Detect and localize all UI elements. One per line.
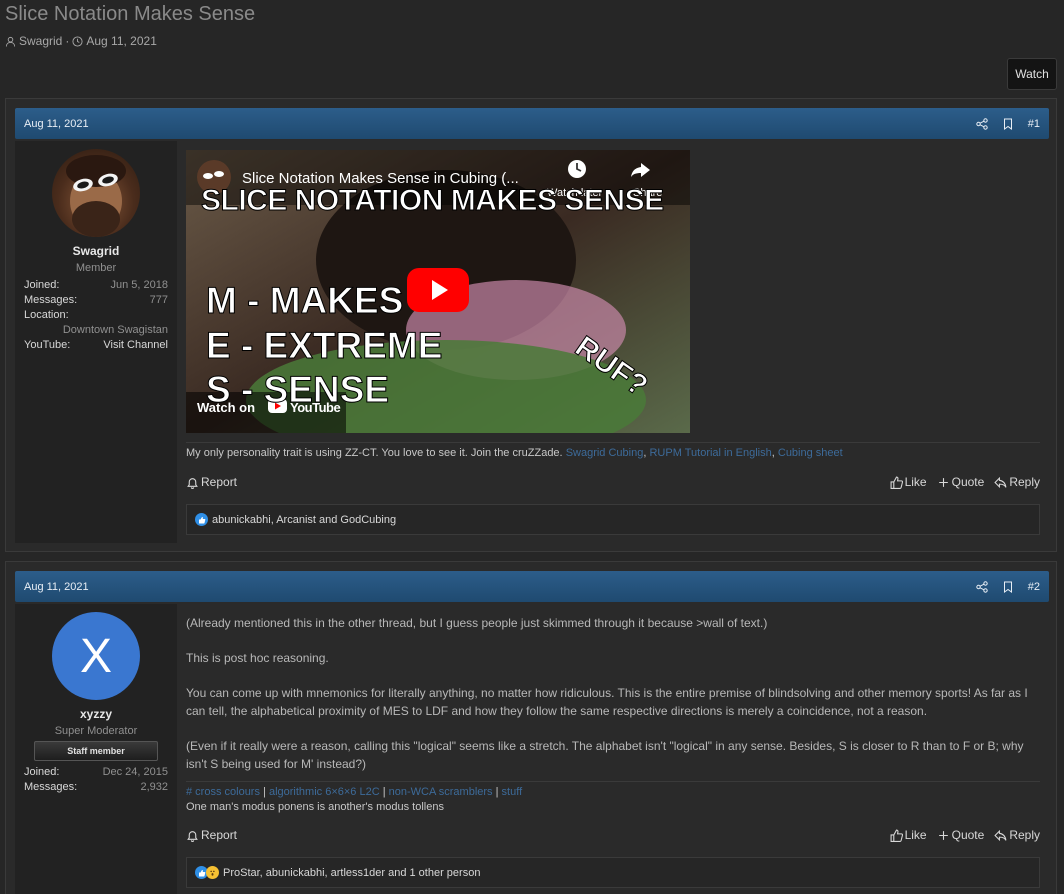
thumbnail-line-1: M - MAKES bbox=[205, 280, 404, 322]
post-paragraph: (Already mentioned this in the other thr… bbox=[186, 616, 768, 630]
stat-row-location-value: Downtown Swagistan bbox=[62, 324, 168, 336]
signature: # cross colours | algorithmic 6×6×6 L2C … bbox=[186, 786, 523, 813]
plus-icon bbox=[938, 477, 948, 487]
thumbs-up-icon bbox=[890, 829, 903, 842]
post-paragraph: You can come up with mnemonics for liter… bbox=[186, 686, 1028, 718]
thread-author[interactable]: Swagrid bbox=[19, 34, 62, 48]
reactions-list[interactable]: ProStar, abunickabhi, artless1der and 1 … bbox=[223, 867, 480, 879]
like-button[interactable]: Like bbox=[890, 475, 927, 489]
bookmark-icon[interactable] bbox=[1002, 118, 1014, 130]
thread-title: Slice Notation Makes Sense bbox=[5, 3, 256, 25]
thumbnail-heading: SLICE NOTATION MAKES SENSE bbox=[201, 184, 665, 218]
thread-date[interactable]: Aug 11, 2021 bbox=[86, 34, 157, 48]
bell-icon bbox=[187, 477, 198, 489]
post-body: (Already mentioned this in the other thr… bbox=[186, 614, 1040, 773]
report-button[interactable]: Report bbox=[186, 828, 237, 842]
thread-meta: Swagrid · Aug 11, 2021 bbox=[5, 34, 157, 48]
meta-separator: · bbox=[65, 34, 70, 48]
clock-icon bbox=[72, 35, 83, 47]
watch-button[interactable]: Watch bbox=[1007, 58, 1057, 90]
stat-row-youtube: YouTube: Visit Channel bbox=[24, 338, 168, 353]
user-stats: Joined: Dec 24, 2015 Messages: 2,932 bbox=[24, 765, 168, 795]
username[interactable]: xyzzy bbox=[15, 707, 177, 721]
bell-icon bbox=[187, 830, 198, 842]
youtube-embed[interactable]: Slice Notation Makes Sense in Cubing (..… bbox=[186, 150, 690, 433]
post-header: Aug 11, 2021 #1 bbox=[15, 108, 1049, 139]
post-paragraph: This is post hoc reasoning. bbox=[186, 651, 329, 665]
post-number[interactable]: #1 bbox=[1028, 118, 1040, 130]
user-stats: Joined: Jun 5, 2018 Messages: 777 Location… bbox=[24, 278, 168, 353]
share-icon[interactable] bbox=[976, 117, 988, 130]
signature-link-cross-colours[interactable]: # cross colours bbox=[186, 786, 260, 798]
avatar[interactable] bbox=[52, 149, 140, 237]
user-column: X xyzzy Super Moderator Staff member Joi… bbox=[15, 604, 177, 894]
post-actions: Report Like Quote Reply bbox=[186, 475, 1040, 489]
bookmark-icon[interactable] bbox=[1002, 581, 1014, 593]
plus-icon bbox=[938, 830, 948, 840]
reactions-list[interactable]: abunickabhi, Arcanist and GodCubing bbox=[212, 514, 396, 526]
report-button[interactable]: Report bbox=[186, 475, 237, 489]
stat-row-joined: Joined: Dec 24, 2015 bbox=[24, 766, 168, 778]
reply-button[interactable]: Reply bbox=[994, 828, 1040, 842]
reply-icon bbox=[994, 476, 1007, 488]
signature: My only personality trait is using ZZ-CT… bbox=[186, 447, 843, 459]
post-1: Aug 11, 2021 #1 Swagrid Member Joined: Ju… bbox=[5, 98, 1057, 552]
signature-link-l2c[interactable]: algorithmic 6×6×6 L2C bbox=[269, 786, 380, 798]
post-actions: Report Like Quote Reply bbox=[186, 828, 1040, 842]
stat-row-location: Location: bbox=[24, 309, 69, 321]
username[interactable]: Swagrid bbox=[15, 244, 177, 258]
post-2: Aug 11, 2021 #2 X xyzzy Super Moderator … bbox=[5, 561, 1057, 894]
reply-icon bbox=[994, 829, 1007, 841]
stat-row-messages: Messages: 2,932 bbox=[24, 781, 168, 793]
stat-row-joined: Joined: Jun 5, 2018 bbox=[24, 279, 168, 291]
post-date[interactable]: Aug 11, 2021 bbox=[24, 118, 976, 130]
signature-divider bbox=[186, 781, 1040, 782]
user-title: Super Moderator bbox=[54, 725, 138, 737]
signature-link-cubing-sheet[interactable]: Cubing sheet bbox=[778, 447, 843, 459]
thumbnail-line-2: E - EXTREME bbox=[205, 325, 443, 367]
quote-button[interactable]: Quote bbox=[937, 828, 984, 842]
post-paragraph: (Even if it really were a reason, callin… bbox=[186, 739, 1024, 771]
user-column: Swagrid Member Joined: Jun 5, 2018 Messag… bbox=[15, 141, 177, 543]
reply-button[interactable]: Reply bbox=[994, 475, 1040, 489]
post-number[interactable]: #2 bbox=[1028, 581, 1040, 593]
signature-link-rupm[interactable]: RUPM Tutorial in English bbox=[649, 447, 771, 459]
avatar-letter: X bbox=[79, 629, 112, 683]
signature-link-swagrid-cubing[interactable]: Swagrid Cubing bbox=[566, 447, 644, 459]
signature-divider bbox=[186, 442, 1040, 443]
avatar-image bbox=[66, 155, 126, 237]
watch-later-icon[interactable] bbox=[568, 160, 586, 178]
user-title: Member bbox=[75, 262, 117, 274]
visit-channel-link[interactable]: Visit Channel bbox=[103, 338, 168, 353]
signature-link-scramblers[interactable]: non-WCA scramblers bbox=[389, 786, 493, 798]
avatar[interactable]: X bbox=[52, 612, 140, 700]
post-date[interactable]: Aug 11, 2021 bbox=[24, 581, 976, 593]
user-icon bbox=[5, 36, 16, 47]
like-button[interactable]: Like bbox=[890, 828, 927, 842]
post-header: Aug 11, 2021 #2 bbox=[15, 571, 1049, 602]
staff-badge: Staff member bbox=[34, 741, 158, 761]
share-icon[interactable] bbox=[976, 580, 988, 593]
signature-link-stuff[interactable]: stuff bbox=[502, 786, 523, 798]
reactions-bar[interactable]: abunickabhi, Arcanist and GodCubing bbox=[186, 504, 1040, 535]
youtube-logo-text[interactable]: YouTube bbox=[290, 400, 341, 415]
watch-on-label[interactable]: Watch on bbox=[197, 400, 255, 415]
wow-reaction-icon bbox=[206, 866, 219, 879]
stat-row-messages: Messages: 777 bbox=[24, 294, 168, 306]
reactions-bar[interactable]: ProStar, abunickabhi, artless1der and 1 … bbox=[186, 857, 1040, 888]
thumbs-up-icon bbox=[890, 476, 903, 489]
quote-button[interactable]: Quote bbox=[937, 475, 984, 489]
signature-line-2: One man's modus ponens is another's modu… bbox=[186, 801, 444, 813]
like-reaction-icon bbox=[195, 513, 208, 526]
